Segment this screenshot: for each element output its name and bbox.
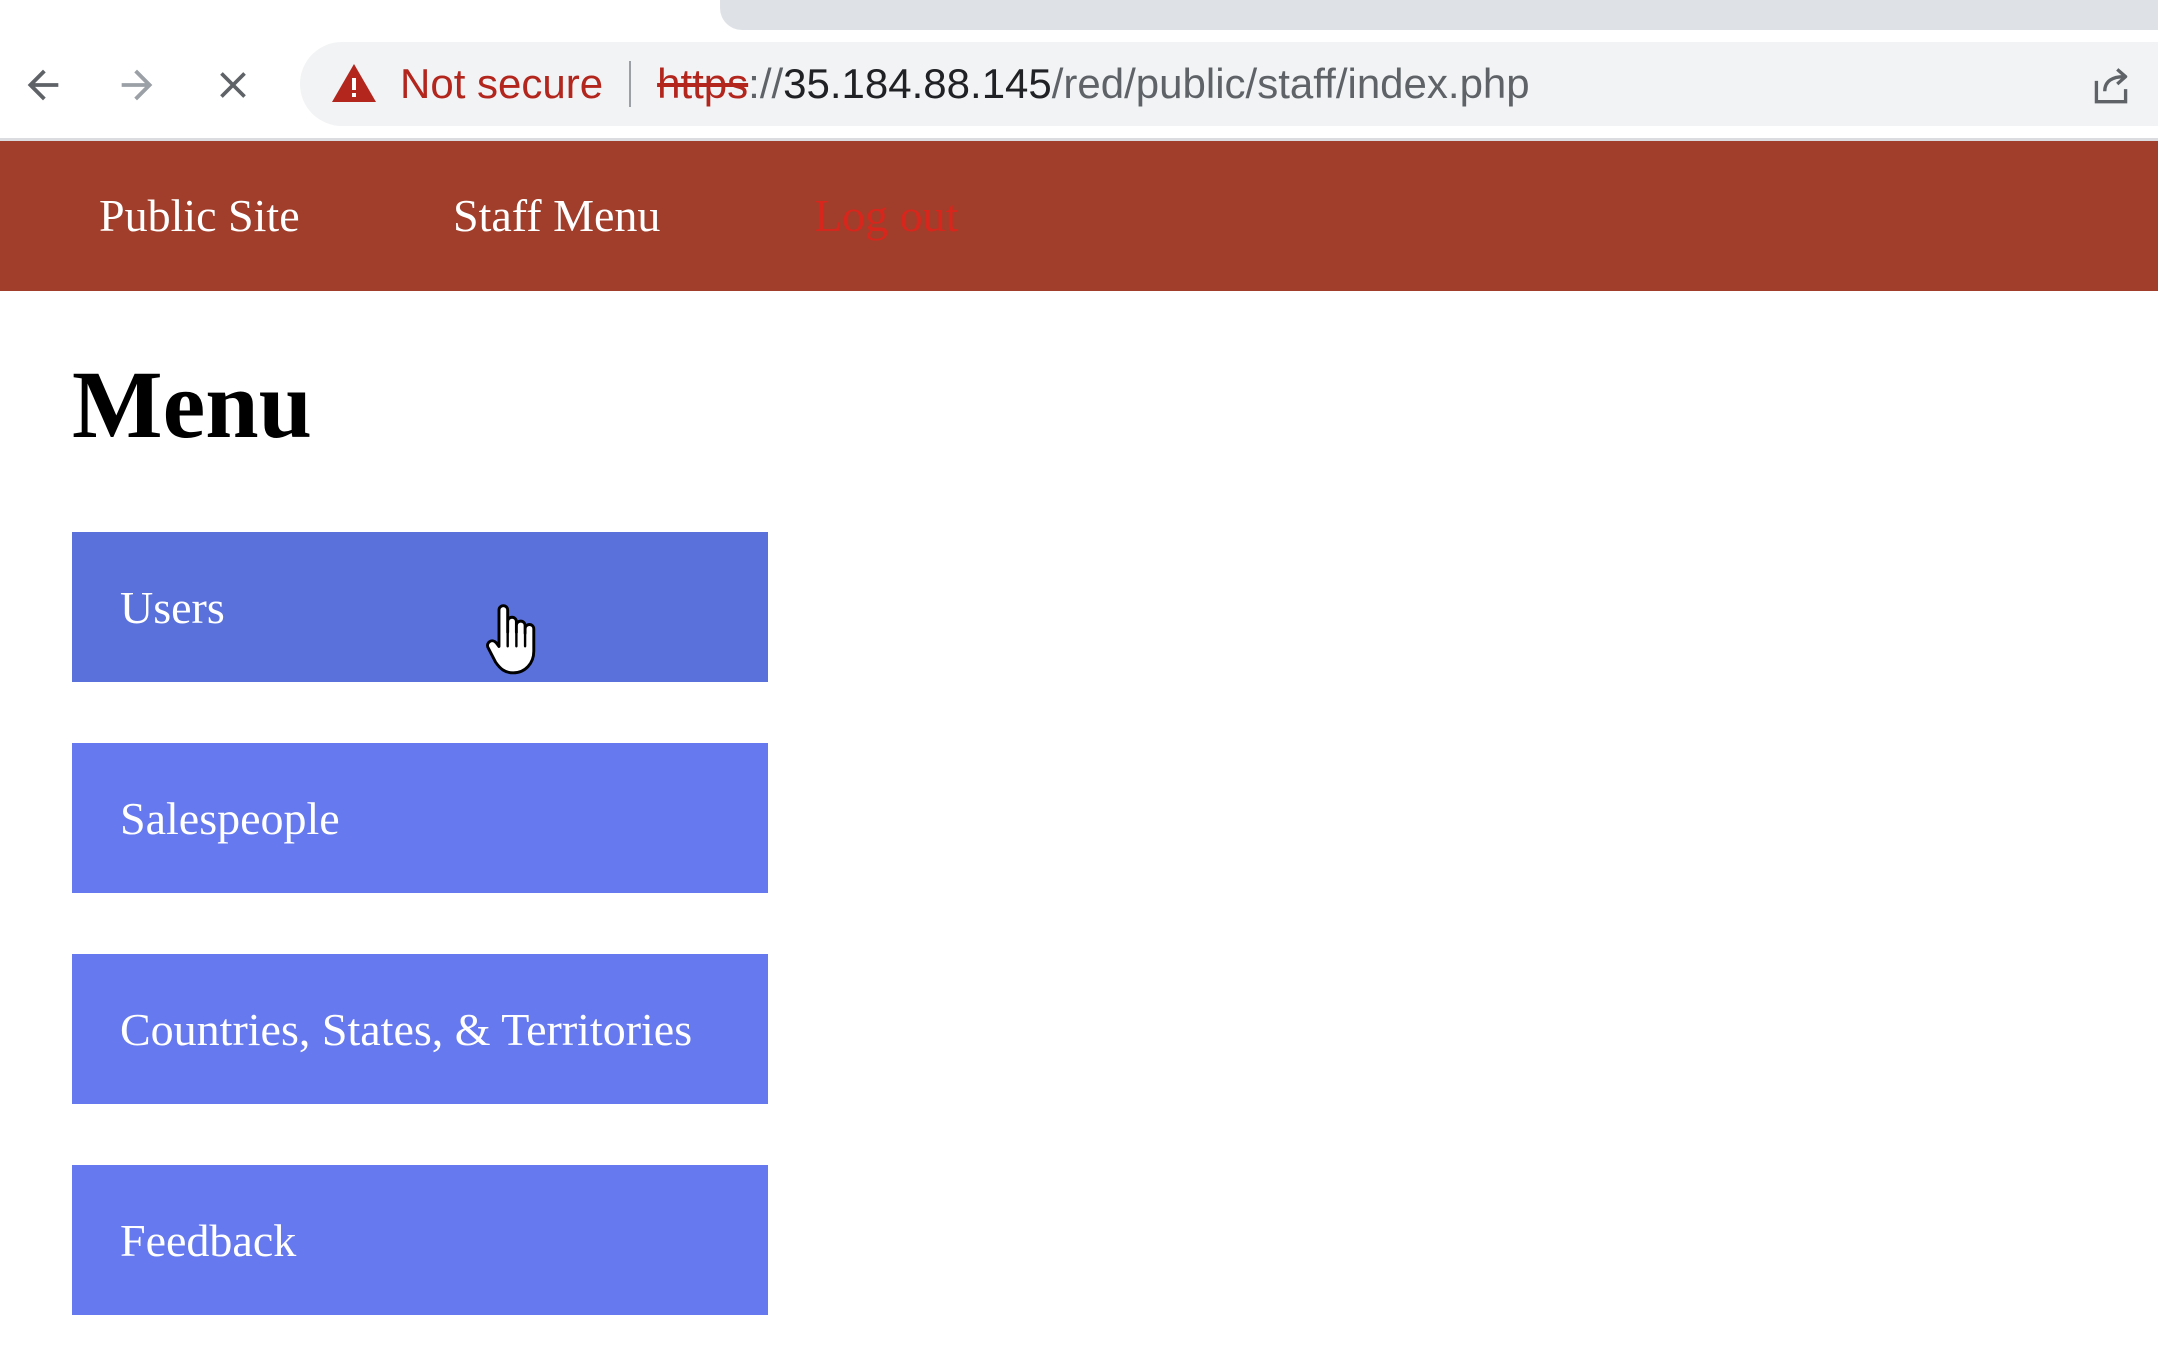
nav-link-log-out[interactable]: Log out bbox=[814, 189, 958, 242]
back-button[interactable] bbox=[8, 50, 78, 120]
menu-button-label: Countries, States, & Territories bbox=[120, 1003, 693, 1055]
url-separator: :// bbox=[748, 60, 784, 107]
menu-button-label: Salespeople bbox=[120, 792, 340, 844]
omnibox-divider bbox=[629, 61, 632, 107]
tab-strip bbox=[720, 0, 2158, 30]
nav-link-public-site[interactable]: Public Site bbox=[99, 189, 300, 242]
security-status-label[interactable]: Not secure bbox=[400, 60, 603, 108]
nav-link-staff-menu[interactable]: Staff Menu bbox=[453, 189, 660, 242]
url-scheme: https bbox=[657, 60, 749, 107]
address-bar[interactable]: Not secure https://35.184.88.145/red/pub… bbox=[300, 42, 2158, 126]
menu-button-salespeople[interactable]: Salespeople bbox=[72, 743, 768, 893]
site-header: Public Site Staff Menu Log out bbox=[0, 141, 2158, 291]
url-text[interactable]: https://35.184.88.145/red/public/staff/i… bbox=[657, 60, 1530, 108]
share-icon[interactable] bbox=[2086, 60, 2136, 110]
url-host: 35.184.88.145 bbox=[783, 60, 1052, 107]
stop-loading-icon bbox=[220, 72, 246, 98]
page-title: Menu bbox=[72, 351, 312, 458]
warning-triangle-icon[interactable] bbox=[330, 60, 378, 108]
stop-loading-button[interactable] bbox=[198, 50, 268, 120]
browser-chrome: Not secure https://35.184.88.145/red/pub… bbox=[0, 0, 2158, 141]
menu-button-countries[interactable]: Countries, States, & Territories bbox=[72, 954, 768, 1104]
forward-button[interactable] bbox=[102, 50, 172, 120]
menu-button-label: Users bbox=[120, 581, 225, 633]
back-arrow-icon bbox=[27, 69, 59, 101]
url-path: /red/public/staff/index.php bbox=[1051, 60, 1530, 107]
menu-button-users[interactable]: Users bbox=[72, 532, 768, 682]
menu-button-label: Feedback bbox=[120, 1214, 297, 1266]
menu-button-feedback[interactable]: Feedback bbox=[72, 1165, 768, 1315]
forward-arrow-icon bbox=[121, 69, 153, 101]
